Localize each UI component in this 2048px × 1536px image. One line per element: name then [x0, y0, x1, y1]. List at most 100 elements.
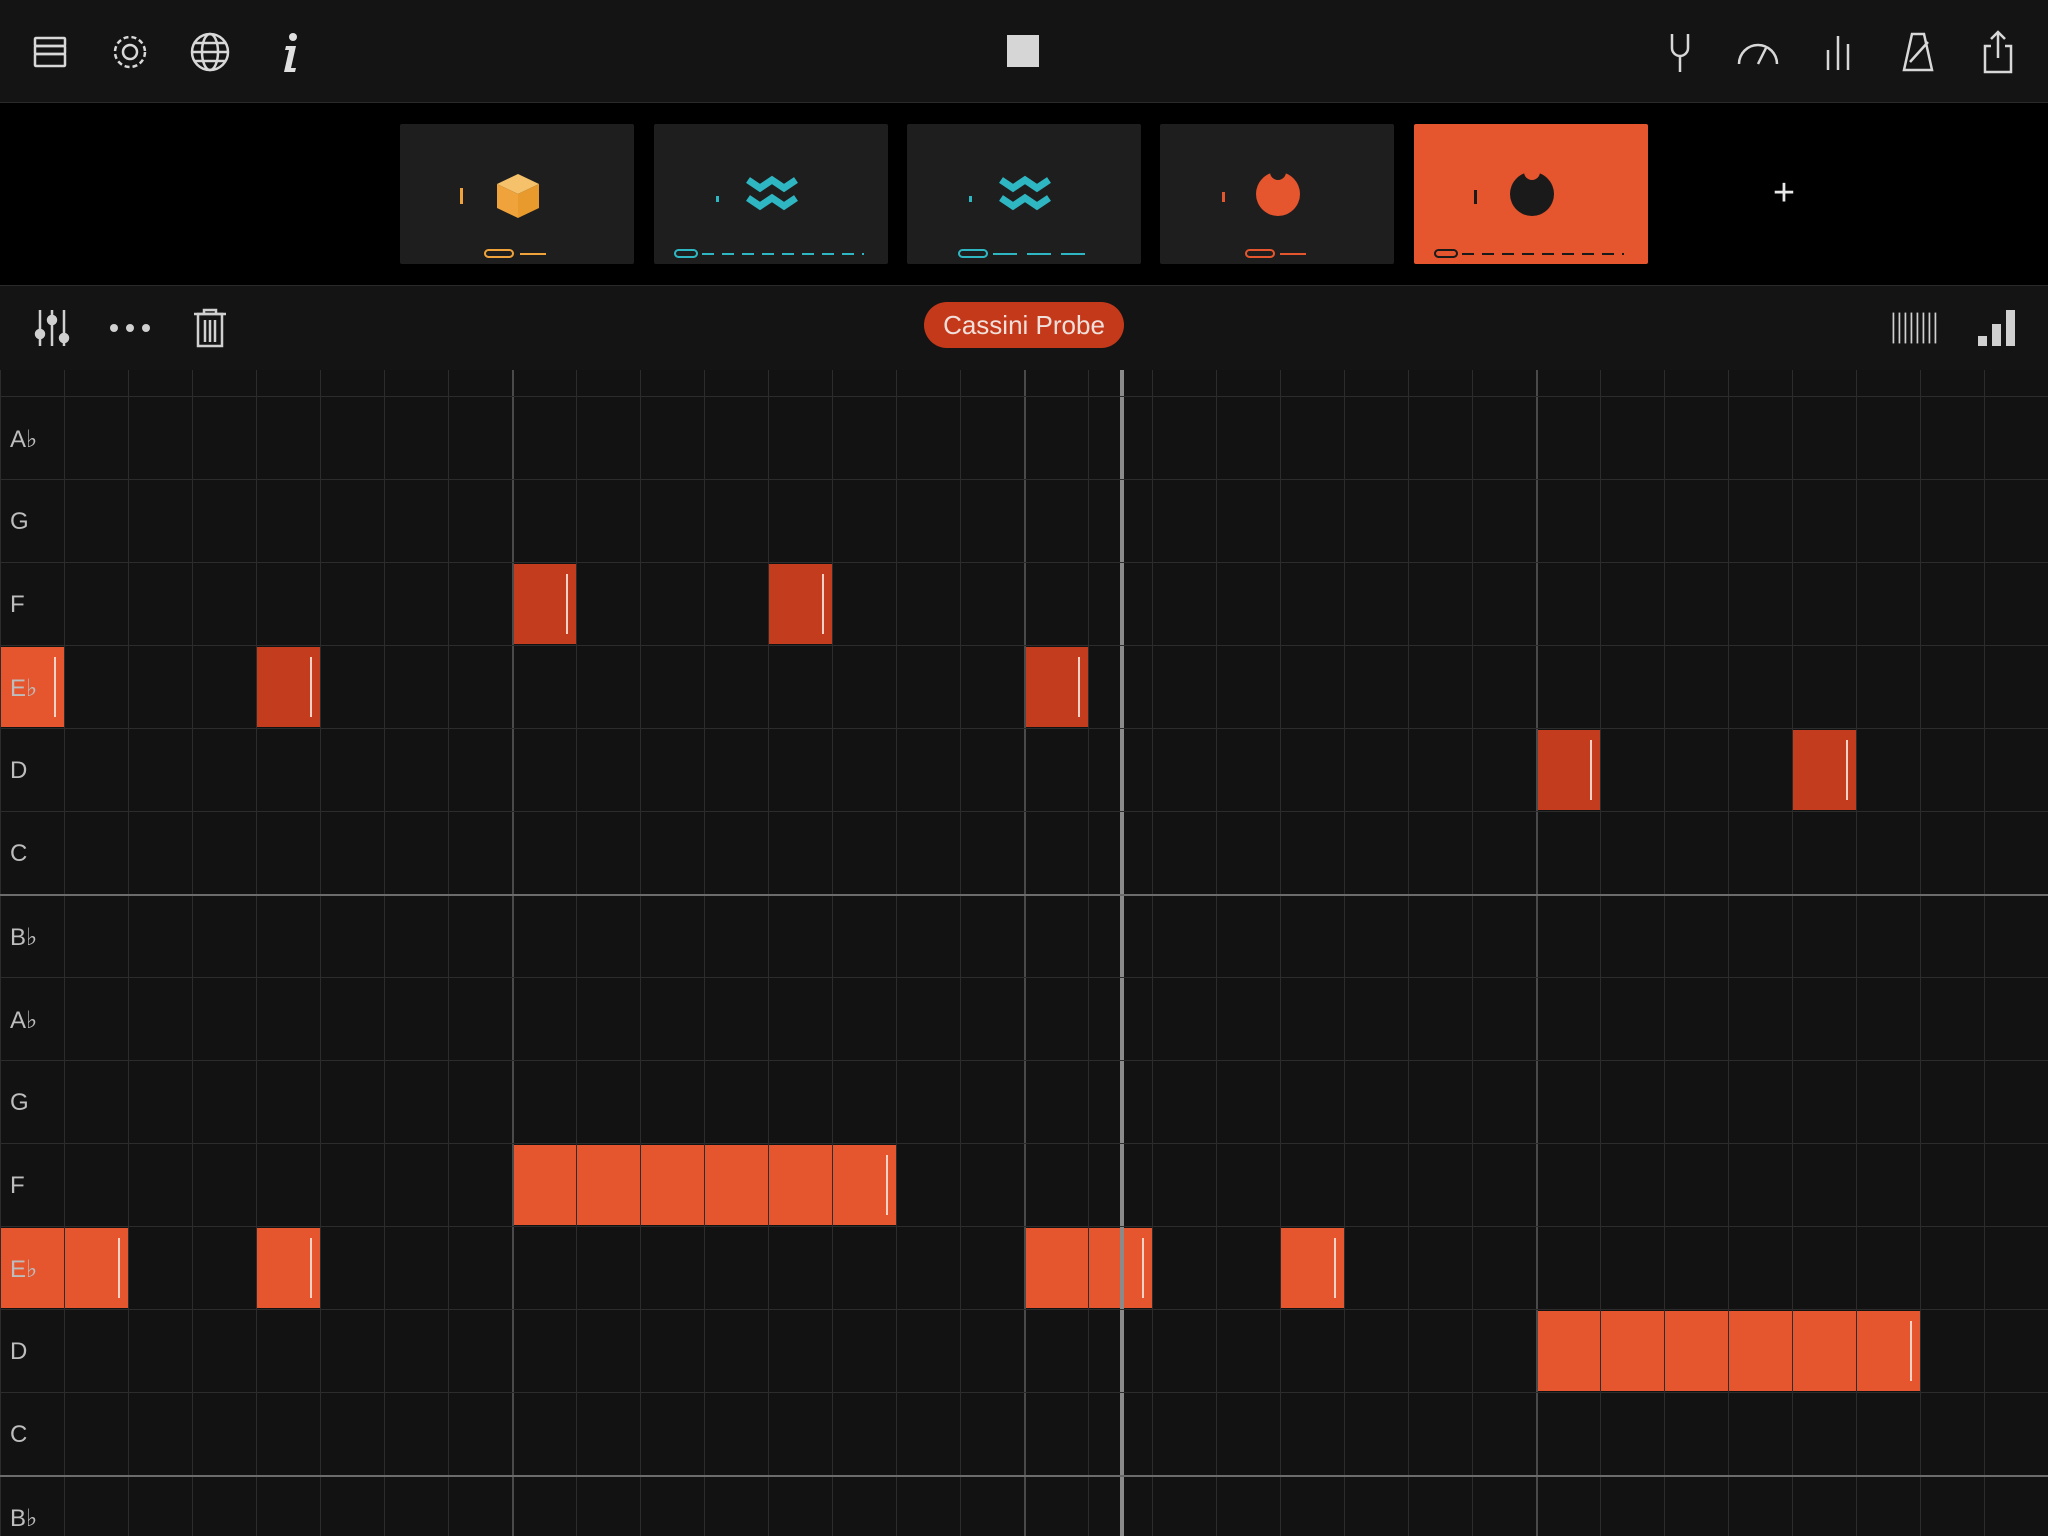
track-card-1[interactable]	[400, 124, 634, 264]
note-length-handle[interactable]	[566, 574, 568, 634]
piano-roll-grid[interactable]: A♭ G F E♭ D C B♭ A♭ G F E♭ D C B♭	[0, 370, 2048, 1536]
grid-step-line	[1792, 370, 1793, 1536]
preset-name-pill[interactable]: Cassini Probe	[924, 302, 1124, 348]
share-icon[interactable]	[1970, 24, 2026, 80]
note-length-handle[interactable]	[310, 657, 312, 717]
note-block[interactable]	[512, 564, 576, 644]
note-length-handle[interactable]	[1846, 740, 1848, 800]
grid-step-line	[64, 370, 65, 1536]
settings-icon[interactable]	[102, 24, 158, 80]
trash-icon[interactable]	[186, 304, 234, 352]
library-icon[interactable]	[22, 24, 78, 80]
stop-button[interactable]	[1007, 35, 1039, 67]
note-label: G	[10, 508, 29, 535]
more-icon[interactable]	[106, 304, 154, 352]
grid-step-line	[832, 370, 833, 1536]
track-card-2[interactable]	[654, 124, 888, 264]
note-block[interactable]	[1280, 1228, 1344, 1308]
grid-step-line	[1728, 370, 1729, 1536]
grid-row-line	[0, 1309, 2048, 1310]
note-label: A♭	[10, 1007, 38, 1034]
grid-step-line	[1536, 370, 1538, 1536]
grid-row-line	[0, 977, 2048, 978]
top-bar	[0, 0, 2048, 103]
track-strip: +	[0, 103, 2048, 286]
track-card-4[interactable]	[1160, 124, 1394, 264]
note-label: D	[10, 757, 28, 784]
tempo-gauge-icon[interactable]	[1730, 24, 1786, 80]
tuning-fork-icon[interactable]	[1652, 24, 1708, 80]
note-label: E♭	[10, 1256, 38, 1283]
grid-row-line	[0, 1475, 2048, 1477]
grid-step-line	[1024, 370, 1026, 1536]
grid-step-line	[1664, 370, 1665, 1536]
note-label: A♭	[10, 426, 38, 453]
note-block[interactable]	[768, 564, 832, 644]
note-length-handle[interactable]	[1590, 740, 1592, 800]
grid-step-line	[320, 370, 321, 1536]
grid-step-line	[1472, 370, 1473, 1536]
metronome-icon[interactable]	[1890, 24, 1946, 80]
add-track-button[interactable]: +	[1760, 169, 1808, 217]
note-label: C	[10, 1421, 28, 1448]
grid-step-line	[1152, 370, 1153, 1536]
note-label: E♭	[10, 675, 38, 702]
note-block[interactable]	[1536, 730, 1600, 810]
grid-step-line	[1344, 370, 1345, 1536]
cube-icon	[497, 174, 539, 218]
mixer-icon[interactable]	[1810, 24, 1866, 80]
grid-row-line	[0, 645, 2048, 646]
sliders-icon[interactable]	[28, 304, 76, 352]
grid-row-line	[0, 479, 2048, 480]
grid-step-line	[1088, 370, 1089, 1536]
note-length-handle[interactable]	[1910, 1321, 1912, 1381]
track-card-3[interactable]	[907, 124, 1141, 264]
grid-step-line	[576, 370, 577, 1536]
velocity-bars-icon[interactable]	[1974, 304, 2022, 352]
note-label: C	[10, 840, 28, 867]
note-length-handle[interactable]	[118, 1238, 120, 1298]
grid-step-line	[1280, 370, 1281, 1536]
info-icon[interactable]	[262, 24, 318, 80]
grid-row-line	[0, 1226, 2048, 1227]
playhead[interactable]	[1120, 370, 1124, 1536]
grid-step-line	[1920, 370, 1921, 1536]
note-block[interactable]	[256, 1228, 320, 1308]
grid-row-line	[0, 1060, 2048, 1061]
note-block[interactable]	[256, 647, 320, 727]
note-label: G	[10, 1089, 29, 1116]
grid-step-line	[896, 370, 897, 1536]
grid-step-line	[256, 370, 257, 1536]
note-label: F	[10, 591, 25, 618]
note-label: B♭	[10, 1505, 38, 1532]
note-length-handle[interactable]	[1142, 1238, 1144, 1298]
grid-row-line	[0, 894, 2048, 896]
note-label: F	[10, 1172, 25, 1199]
grid-row-line	[0, 1143, 2048, 1144]
grid-step-line	[1216, 370, 1217, 1536]
steps-grid-icon[interactable]	[1890, 304, 1946, 352]
grid-step-line	[960, 370, 961, 1536]
grid-step-line	[128, 370, 129, 1536]
note-label: D	[10, 1338, 28, 1365]
grid-step-line	[704, 370, 705, 1536]
grid-row-line	[0, 1392, 2048, 1393]
grid-row-line	[0, 728, 2048, 729]
grid-step-line	[1984, 370, 1985, 1536]
note-length-handle[interactable]	[886, 1155, 888, 1215]
grid-row-line	[0, 811, 2048, 812]
grid-step-line	[640, 370, 641, 1536]
grid-step-line	[0, 370, 1, 1536]
note-length-handle[interactable]	[1334, 1238, 1336, 1298]
globe-icon[interactable]	[182, 24, 238, 80]
note-block[interactable]	[1792, 730, 1856, 810]
drop-icon	[1510, 164, 1554, 216]
note-block[interactable]	[1024, 647, 1088, 727]
note-length-handle[interactable]	[310, 1238, 312, 1298]
note-length-handle[interactable]	[54, 657, 56, 717]
grid-step-line	[1600, 370, 1601, 1536]
track-card-5-selected[interactable]	[1414, 124, 1648, 264]
wave-icon	[746, 175, 798, 211]
note-length-handle[interactable]	[1078, 657, 1080, 717]
note-length-handle[interactable]	[822, 574, 824, 634]
